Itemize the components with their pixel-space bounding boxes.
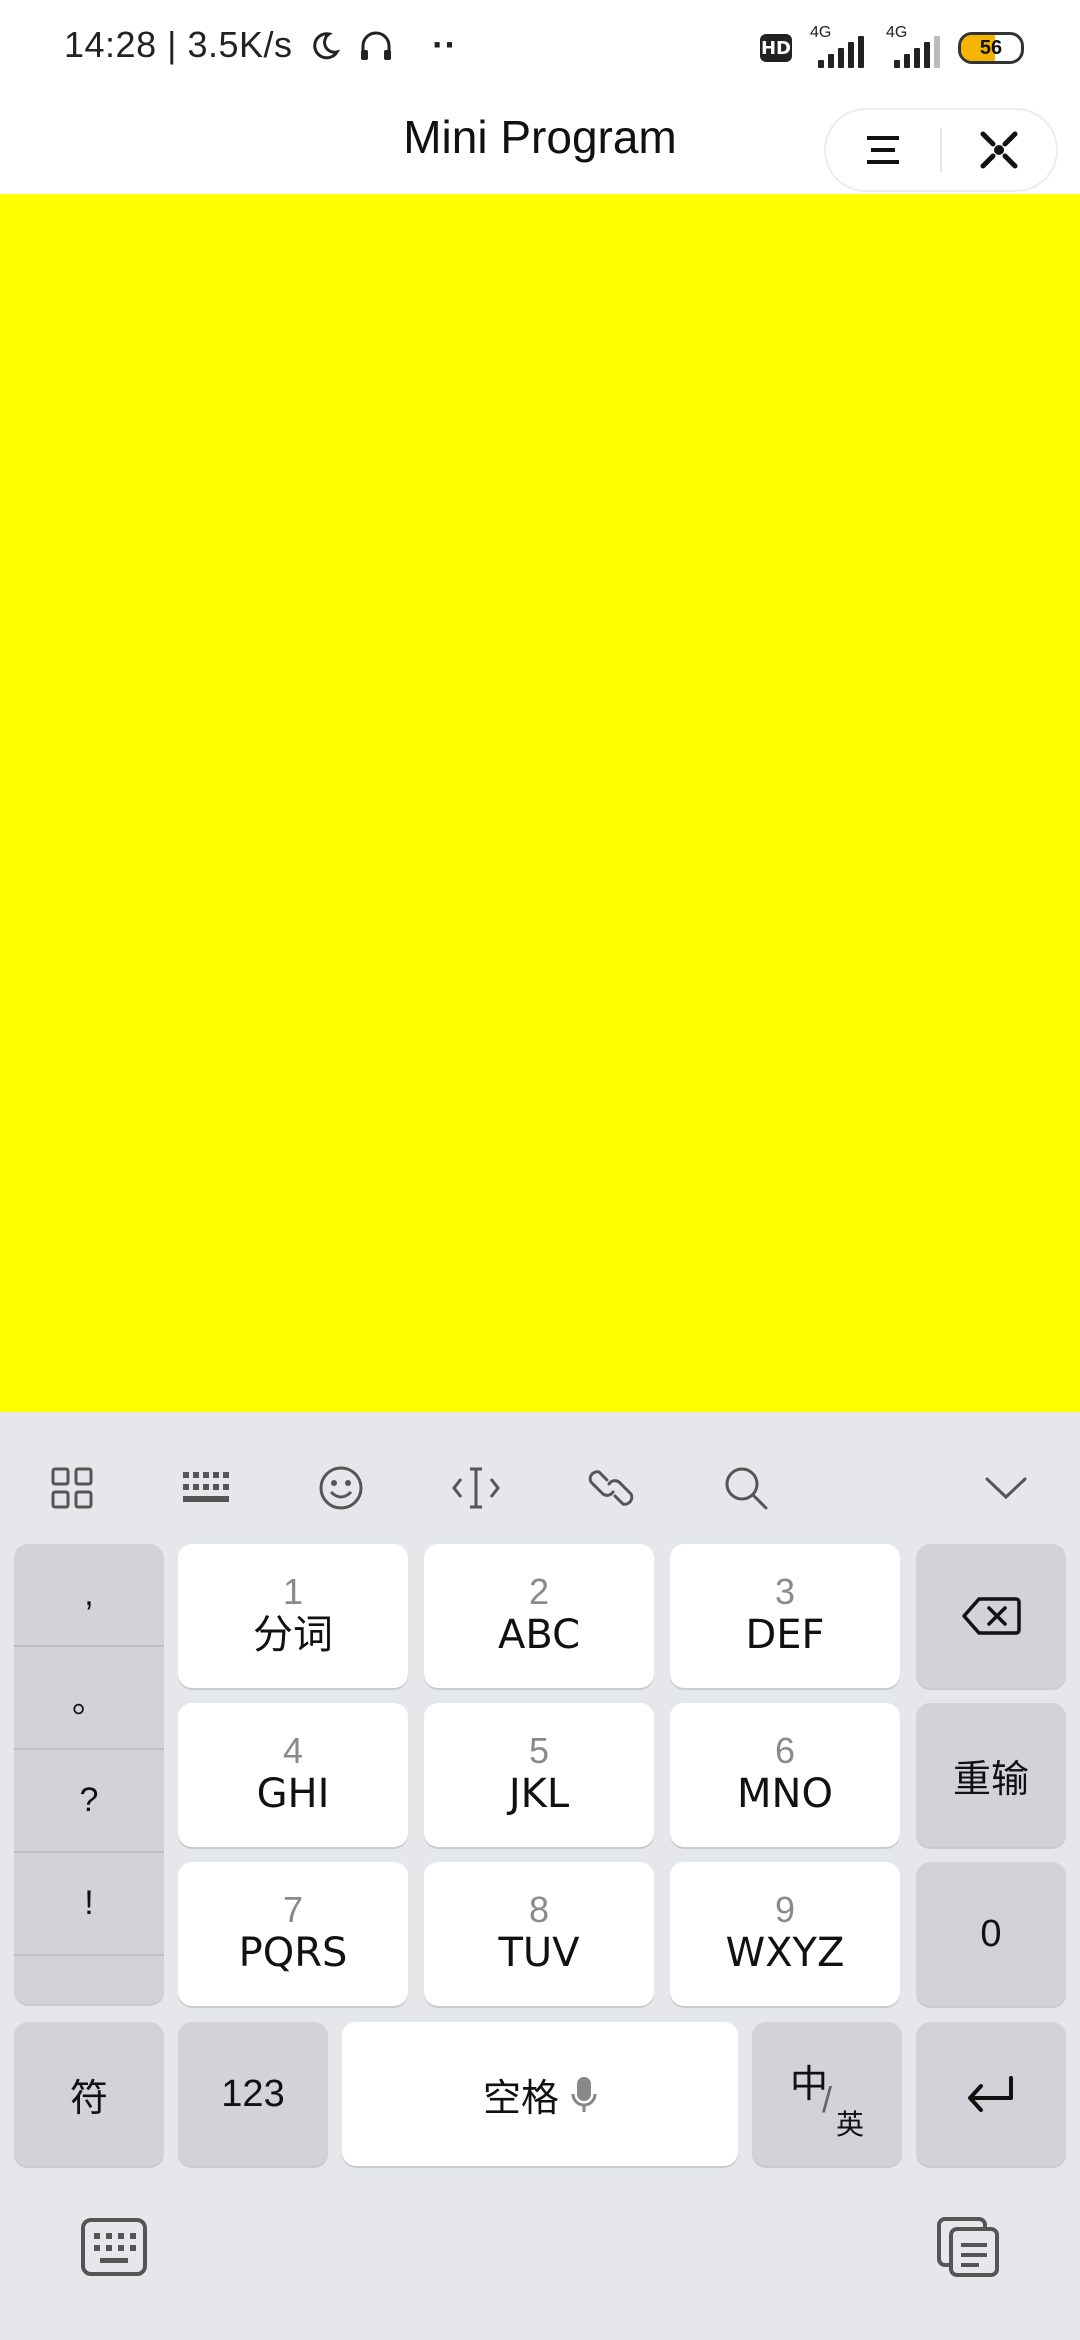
- key-letters: 分词: [253, 1612, 333, 1658]
- punct-exclaim[interactable]: !: [14, 1853, 164, 1956]
- keyboard-layout-icon: [183, 1472, 229, 1502]
- clipboard-button[interactable]: [928, 2212, 1008, 2282]
- key-4[interactable]: 4 GHI: [178, 1703, 408, 1847]
- signal-2-icon: 4G: [882, 24, 944, 68]
- key-number: 7: [282, 1889, 304, 1930]
- clipboard-icon: [937, 2217, 999, 2277]
- keyboard: , 。 ? ! 1 分词 2 ABC 3 DEF 4 GHI 5 JKL 6 M…: [0, 1412, 1080, 2340]
- key-number: 6: [774, 1730, 796, 1771]
- signal-1-icon: 4G: [806, 24, 868, 68]
- key-2[interactable]: 2 ABC: [424, 1544, 654, 1688]
- key-5[interactable]: 5 JKL: [424, 1703, 654, 1847]
- key-letters: WXYZ: [725, 1930, 845, 1976]
- key-number: 8: [528, 1889, 550, 1930]
- space-key[interactable]: 空格: [342, 2022, 738, 2166]
- moon-icon: [313, 32, 341, 60]
- language-switch-key[interactable]: 中 / 英: [752, 2022, 902, 2166]
- key-letters: ABC: [497, 1612, 581, 1658]
- punct-question[interactable]: ?: [14, 1750, 164, 1853]
- numbers-key[interactable]: 123: [178, 2022, 328, 2166]
- keyboard-toolbar-emoji[interactable]: [301, 1452, 381, 1524]
- status-time-speed: 14:28 | 3.5K/s ··: [64, 24, 457, 66]
- hd-badge: HD: [760, 34, 792, 62]
- status-bar: 14:28 | 3.5K/s ·· HD 4G 4G 56: [0, 0, 1080, 92]
- space-label: 空格: [482, 2077, 559, 2120]
- key-letters: MNO: [737, 1771, 833, 1817]
- symbols-key[interactable]: 符: [14, 2022, 164, 2166]
- backspace-key[interactable]: [916, 1544, 1066, 1688]
- key-number: 4: [282, 1730, 304, 1771]
- keyboard-collapse-button[interactable]: [966, 1452, 1046, 1524]
- keyboard-icon: [81, 2218, 147, 2276]
- keyboard-switch-button[interactable]: [74, 2212, 154, 2282]
- key-letters: DEF: [745, 1612, 825, 1658]
- keyboard-toolbar-link[interactable]: [571, 1452, 651, 1524]
- content-area: [0, 194, 1080, 1412]
- close-icon: [980, 131, 1018, 169]
- microphone-icon: [571, 2077, 597, 2112]
- key-letters: GHI: [256, 1771, 330, 1817]
- symbols-label: 符: [69, 2077, 108, 2120]
- backspace-icon: [962, 1597, 1021, 1635]
- key-letters: PQRS: [238, 1930, 348, 1976]
- status-text: 14:28 | 3.5K/s: [64, 24, 293, 65]
- punctuation-list[interactable]: , 。 ? !: [14, 1544, 164, 2004]
- key-6[interactable]: 6 MNO: [670, 1703, 900, 1847]
- lang-sub-label: 英: [836, 2109, 865, 2140]
- cursor-icon: [452, 1467, 500, 1509]
- key-3[interactable]: 3 DEF: [670, 1544, 900, 1688]
- zero-key[interactable]: 0: [916, 1862, 1066, 2006]
- headphones-icon: [360, 31, 391, 60]
- reenter-label: 重输: [952, 1758, 1029, 1801]
- key-number: 9: [774, 1889, 796, 1930]
- keyboard-toolbar-cursor[interactable]: [436, 1452, 516, 1524]
- key-9[interactable]: 9 WXYZ: [670, 1862, 900, 2006]
- emoji-icon: [319, 1466, 363, 1510]
- close-button[interactable]: [942, 110, 1056, 190]
- mini-program-header: Mini Program: [0, 92, 1080, 194]
- menu-icon: [867, 136, 899, 164]
- capsule-menu: [824, 108, 1058, 192]
- key-1[interactable]: 1 分词: [178, 1544, 408, 1688]
- keyboard-toolbar-search[interactable]: [706, 1452, 786, 1524]
- keyboard-toolbar-grid[interactable]: [32, 1452, 112, 1524]
- punct-period[interactable]: 。: [14, 1647, 164, 1750]
- key-8[interactable]: 8 TUV: [424, 1862, 654, 2006]
- key-number: 3: [774, 1571, 796, 1612]
- link-icon: [588, 1470, 634, 1506]
- battery-level: 56: [979, 37, 1003, 59]
- lang-slash: /: [822, 2079, 833, 2120]
- keyboard-toolbar-layout[interactable]: [166, 1452, 246, 1524]
- battery-icon: 56: [958, 32, 1024, 64]
- zero-label: 0: [980, 1912, 1002, 1955]
- key-number: 2: [528, 1571, 550, 1612]
- punct-comma[interactable]: ,: [14, 1544, 164, 1647]
- key-7[interactable]: 7 PQRS: [178, 1862, 408, 2006]
- enter-icon: [968, 2076, 1013, 2112]
- more-dots-icon: ··: [432, 24, 458, 65]
- search-icon: [725, 1467, 768, 1510]
- grid-icon: [51, 1467, 93, 1509]
- key-letters: TUV: [498, 1930, 580, 1976]
- key-number: 5: [528, 1730, 550, 1771]
- key-letters: JKL: [508, 1771, 570, 1817]
- key-number: 1: [282, 1571, 304, 1612]
- reenter-key[interactable]: 重输: [916, 1703, 1066, 1847]
- collapse-chevron-icon: [985, 1477, 1027, 1500]
- numbers-label: 123: [221, 2072, 285, 2115]
- enter-key[interactable]: [916, 2022, 1066, 2166]
- menu-button[interactable]: [826, 110, 940, 190]
